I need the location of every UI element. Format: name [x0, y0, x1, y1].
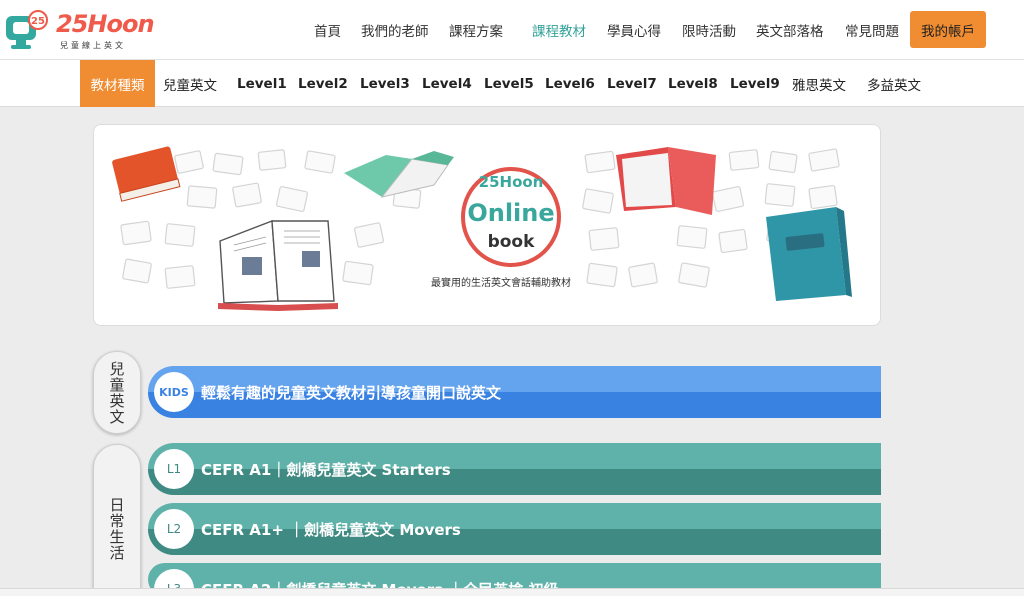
my-account-button[interactable]: 我的帳戶	[910, 11, 986, 48]
category-kids-english[interactable]: 兒童英文	[163, 60, 217, 107]
category-level1[interactable]: Level1	[237, 60, 287, 107]
section-tab-daily-life[interactable]: 日常生活	[93, 444, 141, 596]
category-level2[interactable]: Level2	[298, 60, 348, 107]
category-level4[interactable]: Level4	[422, 60, 472, 107]
level-badge: KIDS	[154, 372, 194, 412]
level-badge: L1	[154, 449, 194, 489]
category-level6[interactable]: Level6	[545, 60, 595, 107]
course-title: 輕鬆有趣的兒童英文教材引導孩童開口說英文	[201, 384, 502, 402]
banner-caption: 最實用的生活英文會話輔助教材	[431, 278, 571, 289]
banner-logo-line3: book	[488, 232, 536, 252]
site-logo[interactable]: 25 25Hoon 兒童線上英文	[4, 8, 164, 54]
logo-subtitle: 兒童線上英文	[60, 41, 126, 50]
course-row-level1[interactable]: L1 CEFR A1｜劍橋兒童英文 Starters	[148, 443, 881, 495]
svg-text:25: 25	[31, 16, 45, 27]
course-row-kids[interactable]: KIDS 輕鬆有趣的兒童英文教材引導孩童開口說英文	[148, 366, 881, 418]
online-book-banner: 25Hoon Online book 最實用的生活英文會話輔助教材	[93, 124, 881, 326]
nav-materials[interactable]: 課程教材	[532, 20, 586, 40]
section-tab-label: 日常生活	[107, 497, 126, 561]
banner-logo-line1: 25Hoon	[479, 173, 544, 191]
course-title: CEFR A1｜劍橋兒童英文 Starters	[201, 461, 451, 479]
category-level7[interactable]: Level7	[607, 60, 657, 107]
category-toeic[interactable]: 多益英文	[867, 60, 921, 107]
logo-text: 25Hoon	[56, 10, 155, 38]
nav-blog[interactable]: 英文部落格	[756, 20, 824, 40]
banner-logo-line2: Online	[467, 199, 554, 227]
category-level3[interactable]: Level3	[360, 60, 410, 107]
nav-home[interactable]: 首頁	[314, 20, 341, 40]
category-level5[interactable]: Level5	[484, 60, 534, 107]
nav-plans[interactable]: 課程方案	[449, 20, 503, 40]
category-ielts[interactable]: 雅思英文	[792, 60, 846, 107]
books-illustration: 25Hoon Online book	[112, 146, 852, 311]
category-material-types[interactable]: 教材種類	[80, 60, 155, 107]
course-title: CEFR A1+ ｜劍橋兒童英文 Movers	[201, 521, 461, 539]
section-tab-label: 兒童英文	[107, 360, 126, 425]
course-row-level2[interactable]: L2 CEFR A1+ ｜劍橋兒童英文 Movers	[148, 503, 881, 555]
section-tab-kids-english[interactable]: 兒童英文	[93, 351, 141, 434]
bottom-bar	[0, 588, 1024, 596]
category-level9[interactable]: Level9	[730, 60, 780, 107]
nav-faq[interactable]: 常見問題	[845, 20, 899, 40]
top-header: 25 25Hoon 兒童線上英文 首頁 我們的老師 課程方案 課程教材 學員心得…	[0, 0, 1024, 60]
nav-promotions[interactable]: 限時活動	[682, 20, 736, 40]
nav-teachers[interactable]: 我們的老師	[361, 20, 429, 40]
category-level8[interactable]: Level8	[668, 60, 718, 107]
category-bar: 教材種類 兒童英文 Level1 Level2 Level3 Level4 Le…	[0, 60, 1024, 107]
level-badge: L2	[154, 509, 194, 549]
nav-reviews[interactable]: 學員心得	[607, 20, 661, 40]
logo-icon: 25	[6, 10, 48, 49]
